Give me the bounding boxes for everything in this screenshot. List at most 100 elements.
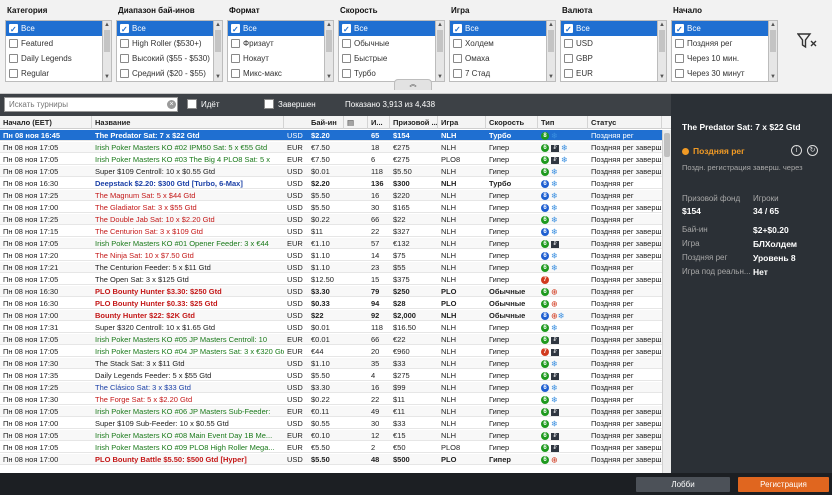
scrollbar-thumb[interactable] — [770, 30, 776, 52]
checkbox-icon[interactable] — [231, 39, 240, 48]
filter-scrollbar[interactable]: ▲ ▼ — [325, 20, 334, 82]
filter-option[interactable]: Нокаут — [228, 51, 324, 66]
column-header[interactable]: Игра — [438, 116, 486, 129]
table-row[interactable]: Пн 08 ноя 17:05 Irish Poker Masters KO #0… — [0, 406, 671, 417]
table-row[interactable]: Пн 08 ноя 17:35 Daily Legends Feeder: 5 x… — [0, 370, 671, 381]
filter-clear-icon[interactable] — [797, 32, 817, 50]
finished-checkbox[interactable] — [264, 99, 274, 109]
scrollbar-thumb[interactable] — [548, 30, 554, 52]
checkbox-icon[interactable] — [564, 54, 573, 63]
checkbox-icon[interactable] — [342, 39, 351, 48]
scroll-down-icon[interactable]: ▼ — [103, 73, 111, 81]
filter-option[interactable]: Все — [6, 21, 102, 37]
table-scrollbar[interactable] — [662, 130, 671, 473]
table-row[interactable]: Пн 08 ноя 17:05 Irish Poker Masters KO #0… — [0, 430, 671, 441]
table-row[interactable]: Пн 08 ноя 17:00 The Gladiator Sat: 3 x $5… — [0, 202, 671, 213]
checkbox-icon[interactable] — [564, 39, 573, 48]
checkbox-icon[interactable] — [231, 69, 240, 78]
checkbox-icon[interactable] — [231, 22, 240, 37]
checkbox-icon[interactable] — [231, 54, 240, 63]
checkbox-icon[interactable] — [120, 54, 129, 63]
checkbox-icon[interactable] — [342, 54, 351, 63]
scroll-up-icon[interactable]: ▲ — [436, 21, 444, 29]
filter-option[interactable]: USD — [561, 36, 657, 51]
search-input[interactable] — [4, 97, 178, 112]
table-row[interactable]: Пн 08 ноя 16:45 The Predator Sat: 7 x $22… — [0, 130, 671, 141]
filter-option[interactable]: Все — [561, 21, 657, 37]
filter-option[interactable]: Все — [450, 21, 546, 37]
scroll-up-icon[interactable]: ▲ — [658, 21, 666, 29]
filter-option[interactable]: Быстрые — [339, 51, 435, 66]
checkbox-icon[interactable] — [120, 22, 129, 37]
filter-scrollbar[interactable]: ▲ ▼ — [658, 20, 667, 82]
checkbox-icon[interactable] — [564, 69, 573, 78]
table-row[interactable]: Пн 08 ноя 17:20 The Ninja Sat: 10 x $7.50… — [0, 250, 671, 261]
filter-option[interactable]: Все — [672, 21, 768, 37]
checkbox-icon[interactable] — [120, 39, 129, 48]
column-header[interactable]: И... — [368, 116, 390, 129]
filter-option[interactable]: EUR — [561, 66, 657, 81]
filter-scrollbar[interactable]: ▲ ▼ — [436, 20, 445, 82]
checkbox-icon[interactable] — [120, 69, 129, 78]
sort-icon[interactable]: ▤ — [344, 116, 368, 129]
checkbox-icon[interactable] — [453, 69, 462, 78]
table-row[interactable]: Пн 08 ноя 17:05 Irish Poker Masters KO #0… — [0, 142, 671, 153]
checkbox-icon[interactable] — [675, 54, 684, 63]
scroll-up-icon[interactable]: ▲ — [325, 21, 333, 29]
checkbox-icon[interactable] — [9, 22, 18, 37]
filter-option[interactable]: GBP — [561, 51, 657, 66]
checkbox-icon[interactable] — [453, 54, 462, 63]
filter-option[interactable]: Daily Legends — [6, 51, 102, 66]
table-row[interactable]: Пн 08 ноя 17:21 The Centurion Feeder: 5 x… — [0, 262, 671, 273]
checkbox-icon[interactable] — [9, 54, 18, 63]
checkbox-icon[interactable] — [675, 39, 684, 48]
filter-scrollbar[interactable]: ▲ ▼ — [547, 20, 556, 82]
scroll-down-icon[interactable]: ▼ — [436, 73, 444, 81]
scroll-up-icon[interactable]: ▲ — [103, 21, 111, 29]
table-row[interactable]: Пн 08 ноя 16:30 PLO Bounty Hunter $0.33: … — [0, 298, 671, 309]
table-row[interactable]: Пн 08 ноя 17:31 Super $320 Centroll: 10 x… — [0, 322, 671, 333]
scroll-down-icon[interactable]: ▼ — [547, 73, 555, 81]
filter-option[interactable]: Холдем — [450, 36, 546, 51]
table-row[interactable]: Пн 08 ноя 17:05 Irish Poker Masters KO #0… — [0, 442, 671, 453]
register-button[interactable]: Регистрация — [738, 477, 829, 492]
filter-option[interactable]: Высокий ($55 - $530) — [117, 51, 213, 66]
filter-scrollbar[interactable]: ▲ ▼ — [769, 20, 778, 82]
scrollbar-thumb[interactable] — [437, 30, 443, 52]
scrollbar-thumb[interactable] — [664, 133, 670, 157]
checkbox-icon[interactable] — [9, 69, 18, 78]
table-row[interactable]: Пн 08 ноя 17:25 The Magnum Sat: 5 x $44 G… — [0, 190, 671, 201]
column-header[interactable]: Скорость — [486, 116, 538, 129]
table-row[interactable]: Пн 08 ноя 17:30 The Stack Sat: 3 x $11 Gt… — [0, 358, 671, 369]
filter-option[interactable]: Средний ($20 - $55) — [117, 66, 213, 81]
column-header[interactable]: Тип — [538, 116, 588, 129]
scroll-down-icon[interactable]: ▼ — [214, 73, 222, 81]
scrollbar-thumb[interactable] — [104, 30, 110, 52]
table-row[interactable]: Пн 08 ноя 17:05 Irish Poker Masters KO #0… — [0, 334, 671, 345]
filter-option[interactable]: Обычные — [339, 36, 435, 51]
filter-scrollbar[interactable]: ▲ ▼ — [103, 20, 112, 82]
scroll-down-icon[interactable]: ▼ — [658, 73, 666, 81]
filter-option[interactable]: Все — [117, 21, 213, 37]
table-row[interactable]: Пн 08 ноя 17:00 Super $109 Sub-Feeder: 10… — [0, 418, 671, 429]
filter-option[interactable]: Поздняя рег — [672, 36, 768, 51]
table-row[interactable]: Пн 08 ноя 17:05 Irish Poker Masters KO #0… — [0, 346, 671, 357]
table-row[interactable]: Пн 08 ноя 17:00 PLO Bounty Battle $5.50: … — [0, 454, 671, 465]
table-row[interactable]: Пн 08 ноя 17:30 The Forge Sat: 5 x $2.20 … — [0, 394, 671, 405]
replay-icon[interactable]: ↻ — [807, 145, 818, 156]
column-header[interactable]: Бай-ин — [308, 116, 344, 129]
running-checkbox[interactable] — [187, 99, 197, 109]
scroll-up-icon[interactable]: ▲ — [214, 21, 222, 29]
filter-scrollbar[interactable]: ▲ ▼ — [214, 20, 223, 82]
table-row[interactable]: Пн 08 ноя 16:30 Deepstack $2.20: $300 Gtd… — [0, 178, 671, 189]
clear-search-icon[interactable]: × — [167, 100, 176, 109]
scroll-up-icon[interactable]: ▲ — [769, 21, 777, 29]
checkbox-icon[interactable] — [342, 22, 351, 37]
table-row[interactable]: Пн 08 ноя 17:15 The Centurion Sat: 3 x $1… — [0, 226, 671, 237]
filter-option[interactable]: Через 10 мин. — [672, 51, 768, 66]
filter-option[interactable]: Через 30 минут — [672, 66, 768, 81]
column-header[interactable]: Призовой ... — [390, 116, 438, 129]
scroll-up-icon[interactable]: ▲ — [547, 21, 555, 29]
scrollbar-thumb[interactable] — [659, 30, 665, 52]
filter-option[interactable]: 7 Стад — [450, 66, 546, 81]
